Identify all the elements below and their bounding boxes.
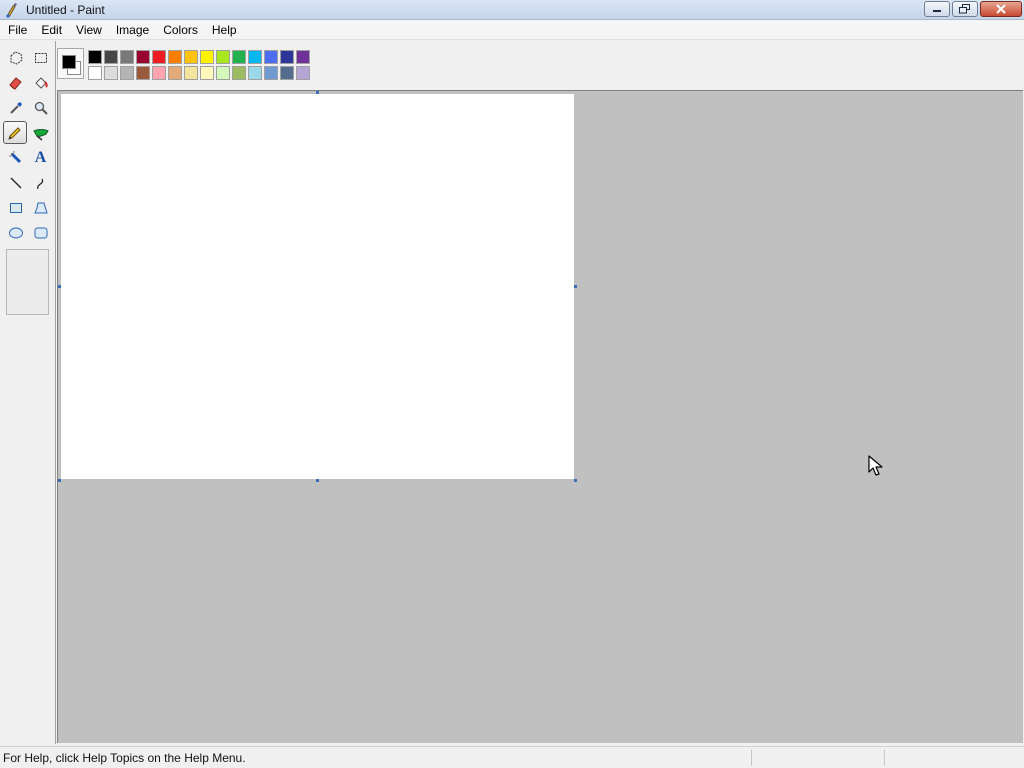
palette-swatch[interactable] (120, 66, 134, 80)
free-form-select-tool[interactable] (3, 45, 28, 70)
resize-handle-bottom-middle[interactable] (316, 479, 319, 482)
window-controls (924, 1, 1022, 18)
pencil-tool[interactable] (3, 121, 27, 144)
palette-swatch[interactable] (152, 66, 166, 80)
curve-icon (36, 178, 43, 189)
pick-color-icon (9, 101, 22, 114)
palette-swatch[interactable] (152, 50, 166, 64)
status-help-text: For Help, click Help Topics on the Help … (3, 751, 246, 765)
menu-edit[interactable]: Edit (34, 20, 69, 40)
palette-swatch[interactable] (296, 50, 310, 64)
palette-swatch[interactable] (296, 66, 310, 80)
close-button[interactable] (980, 1, 1022, 17)
pencil-icon (8, 126, 21, 140)
line-tool[interactable] (3, 170, 28, 195)
polygon-icon (33, 202, 48, 213)
eraser-icon (8, 76, 22, 90)
palette-swatch[interactable] (168, 50, 182, 64)
palette-swatch[interactable] (104, 66, 118, 80)
fill-with-color-icon (34, 76, 48, 89)
menu-colors[interactable]: Colors (156, 20, 205, 40)
menu-bar: File Edit View Image Colors Help (0, 20, 1024, 40)
airbrush-icon (8, 150, 21, 163)
free-form-select-icon (10, 50, 23, 65)
palette-swatch[interactable] (200, 50, 214, 64)
status-separator (751, 750, 752, 766)
airbrush-tool[interactable] (3, 145, 28, 170)
minimize-button[interactable] (924, 1, 950, 17)
tool-box: A (0, 41, 56, 744)
palette-swatch[interactable] (248, 66, 262, 80)
magnifier-tool[interactable] (28, 95, 53, 120)
palette-swatch[interactable] (88, 66, 102, 80)
text-icon: A (34, 148, 47, 166)
pick-color-tool[interactable] (3, 95, 28, 120)
palette-swatch[interactable] (136, 50, 150, 64)
window-title: Untitled - Paint (26, 3, 105, 17)
title-bar: Untitled - Paint (0, 0, 1024, 20)
resize-handle-top-middle[interactable] (316, 91, 319, 94)
resize-handle-bottom-right[interactable] (574, 479, 577, 482)
status-bar: For Help, click Help Topics on the Help … (0, 746, 1024, 768)
menu-file[interactable]: File (0, 20, 34, 40)
palette-swatch[interactable] (168, 66, 182, 80)
rounded-rectangle-icon (34, 227, 47, 238)
rectangle-tool[interactable] (3, 195, 28, 220)
palette-swatch[interactable] (280, 50, 294, 64)
resize-handle-right-middle[interactable] (574, 285, 577, 288)
current-colors[interactable] (57, 48, 84, 79)
ellipse-tool[interactable] (3, 220, 28, 245)
menu-help[interactable]: Help (205, 20, 244, 40)
menu-view[interactable]: View (69, 20, 109, 40)
palette-swatch[interactable] (184, 50, 198, 64)
select-icon (34, 52, 47, 63)
paint-app-icon[interactable] (4, 2, 20, 18)
mouse-cursor-icon (868, 455, 883, 476)
rectangle-icon (9, 202, 22, 213)
palette-swatch[interactable] (264, 50, 278, 64)
palette-swatch[interactable] (200, 66, 214, 80)
restore-button[interactable] (952, 1, 978, 17)
text-tool[interactable]: A (28, 145, 53, 170)
brush-icon (32, 128, 49, 141)
restore-icon (959, 4, 970, 14)
polygon-tool[interactable] (28, 195, 53, 220)
resize-handle-left-middle[interactable] (58, 285, 61, 288)
palette-swatch[interactable] (216, 66, 230, 80)
magnifier-icon (34, 101, 48, 115)
foreground-color-swatch[interactable] (62, 55, 76, 69)
minimize-icon (933, 10, 941, 12)
curve-tool[interactable] (28, 170, 53, 195)
tool-grid: A (3, 45, 53, 245)
palette-swatch[interactable] (120, 50, 134, 64)
palette-swatch[interactable] (216, 50, 230, 64)
eraser-tool[interactable] (3, 70, 28, 95)
workspace (57, 90, 1023, 743)
palette-swatch[interactable] (136, 66, 150, 80)
close-icon (996, 4, 1006, 14)
select-tool[interactable] (28, 45, 53, 70)
menu-image[interactable]: Image (109, 20, 156, 40)
line-icon (10, 177, 21, 188)
color-palette (87, 49, 311, 81)
tool-options-box[interactable] (6, 249, 49, 315)
ellipse-icon (8, 227, 23, 238)
palette-swatch[interactable] (280, 66, 294, 80)
palette-swatch[interactable] (232, 66, 246, 80)
palette-swatch[interactable] (232, 50, 246, 64)
drawing-canvas[interactable] (61, 94, 574, 479)
resize-handle-bottom-left[interactable] (58, 479, 61, 482)
rounded-rectangle-tool[interactable] (28, 220, 53, 245)
palette-swatch[interactable] (104, 50, 118, 64)
status-separator (884, 750, 885, 766)
palette-swatch[interactable] (88, 50, 102, 64)
palette-swatch[interactable] (248, 50, 262, 64)
fill-with-color-tool[interactable] (28, 70, 53, 95)
palette-swatch[interactable] (264, 66, 278, 80)
palette-swatch[interactable] (184, 66, 198, 80)
brush-tool[interactable] (28, 120, 53, 145)
